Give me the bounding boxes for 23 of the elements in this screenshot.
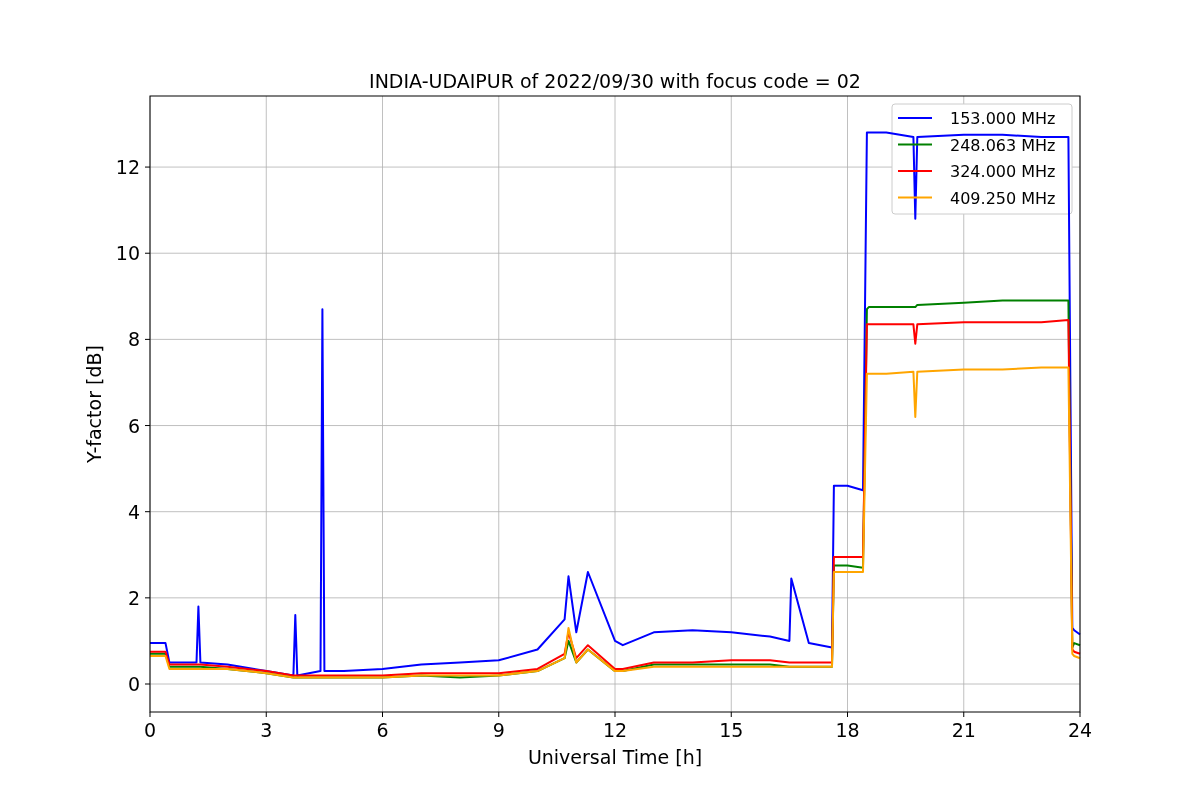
legend-label: 409.250 MHz: [950, 188, 1056, 208]
legend-label: 324.000 MHz: [950, 162, 1056, 181]
x-axis-label: Universal Time [h]: [527, 746, 703, 768]
x-tick-label: 12: [602, 719, 628, 741]
x-tick-label: 3: [260, 719, 273, 741]
y-tick-label: 0: [127, 673, 140, 695]
x-tick-label: 0: [143, 719, 157, 741]
legend-label: 248.063 MHz: [950, 135, 1056, 155]
y-tick-label: 8: [127, 328, 140, 351]
x-tick-label: 9: [492, 719, 505, 741]
legend-label: 153.000 MHz: [950, 109, 1056, 128]
y-tick-label: 6: [127, 414, 140, 437]
y-axis-label: Y-factor [dB]: [83, 345, 105, 463]
y-tick-label: 2: [127, 586, 140, 609]
x-tick-label: 24: [1067, 719, 1093, 741]
x-tick-label: 15: [719, 719, 744, 741]
y-tick-label: 4: [127, 500, 140, 523]
x-tick-label: 6: [376, 719, 389, 741]
x-tick-label: 21: [951, 719, 976, 741]
chart-title: INDIA-UDAIPUR of 2022/09/30 with focus code = 02: [369, 70, 861, 92]
y-tick-label: 12: [115, 156, 140, 179]
x-tick-label: 18: [835, 719, 860, 741]
y-tick-label: 10: [115, 242, 140, 265]
